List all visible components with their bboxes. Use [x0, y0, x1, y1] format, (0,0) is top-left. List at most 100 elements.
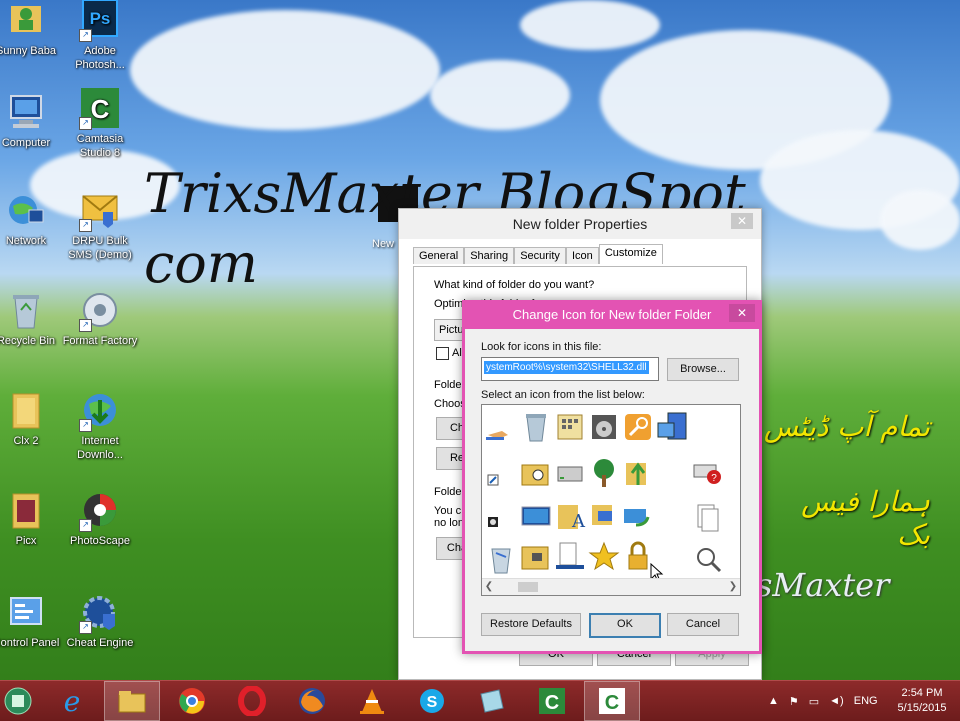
- taskbar-skype[interactable]: S: [404, 681, 460, 721]
- scroll-right-arrow-icon[interactable]: ❯: [726, 579, 740, 595]
- taskbar-chrome[interactable]: [164, 681, 220, 721]
- desktop-icon-label: Network: [5, 235, 47, 247]
- taskbar-vlc[interactable]: [344, 681, 400, 721]
- documents-icon[interactable]: [692, 501, 724, 533]
- photoscape-icon: ↗: [79, 490, 121, 532]
- taskbar-opera[interactable]: [224, 681, 280, 721]
- hand-icon[interactable]: [484, 417, 516, 449]
- scroll-left-arrow-icon[interactable]: ❮: [482, 579, 496, 595]
- tray-volume-icon[interactable]: ◄): [829, 695, 844, 707]
- desktop-icon-recycle-bin[interactable]: Recycle Bin: [0, 290, 64, 348]
- taskbar-file-explorer[interactable]: [104, 681, 160, 721]
- desktop-icon-drpu[interactable]: ↗ DRPU Bulk SMS (Demo): [62, 190, 138, 262]
- desktop-icon-label: Cheat Engine: [66, 637, 134, 649]
- icon-list-horizontal-scrollbar[interactable]: ❮ ❯: [482, 578, 740, 595]
- change-icon-title-text: Change Icon for New folder Folder: [512, 307, 712, 322]
- desktop-icon-clx2[interactable]: Clx 2: [0, 390, 64, 448]
- monitor-icon[interactable]: [520, 501, 552, 533]
- shortcut-arrow-icon: ↗: [79, 519, 92, 532]
- folder-search-icon[interactable]: [520, 457, 552, 489]
- apply-subfolders-checkbox[interactable]: [436, 347, 449, 360]
- taskbar-internet-explorer[interactable]: e: [44, 681, 100, 721]
- folder-green-arrow-icon[interactable]: [622, 457, 654, 489]
- desktop-icon-photoshop[interactable]: Ps ↗ Adobe Photosh...: [62, 0, 138, 72]
- start-button[interactable]: [0, 681, 36, 721]
- shortcut-arrow-icon[interactable]: [486, 473, 518, 505]
- star-icon[interactable]: [588, 541, 620, 573]
- tab-sharing[interactable]: Sharing: [464, 247, 515, 264]
- svg-text:C: C: [605, 692, 619, 714]
- svg-text:Ps: Ps: [90, 9, 111, 28]
- change-icon-cancel-button[interactable]: Cancel: [667, 613, 739, 636]
- window-list-icon[interactable]: [554, 541, 586, 573]
- urdu-text-line1: تمام آپ ڈیٹس: [763, 410, 930, 443]
- scroll-thumb[interactable]: [518, 582, 538, 592]
- taskbar-firefox[interactable]: [284, 681, 340, 721]
- properties-close-button[interactable]: ✕: [731, 213, 753, 229]
- tab-customize[interactable]: Customize: [598, 244, 663, 264]
- magnifier-icon[interactable]: [692, 543, 724, 575]
- tab-security[interactable]: Security: [514, 247, 566, 264]
- taskbar-camtasia-recorder[interactable]: C: [584, 681, 640, 721]
- desktop-icon-photoscape[interactable]: ↗ PhotoScape: [62, 490, 138, 548]
- desktop-icon-network[interactable]: Network: [0, 190, 64, 248]
- network-sync-icon[interactable]: [622, 501, 654, 533]
- desktop-icon-label: Internet Downlo...: [77, 435, 123, 461]
- drive-icon[interactable]: [554, 457, 586, 489]
- recycle-bin-full-icon[interactable]: [486, 543, 518, 575]
- recycle-bin-icon[interactable]: [520, 411, 552, 443]
- desktop-icon-control-panel[interactable]: Control Panel: [0, 592, 64, 650]
- taskbar-clock[interactable]: 2:54 PM 5/15/2015: [892, 686, 952, 716]
- svg-text:C: C: [545, 692, 559, 714]
- desktop-icon-user[interactable]: Sunny Baba: [0, 0, 64, 58]
- urdu-text-line2: ہمارا فیس بک: [801, 485, 930, 551]
- desktop-icon-cheat-engine[interactable]: ↗ Cheat Engine: [62, 592, 138, 650]
- taskbar-camtasia[interactable]: C: [524, 681, 580, 721]
- font-folder-icon[interactable]: A: [554, 501, 586, 533]
- tray-network-icon[interactable]: ▭: [809, 695, 819, 708]
- icon-file-path-input[interactable]: ystemRoot%\system32\SHELL32.dll: [481, 357, 659, 381]
- restore-defaults-button[interactable]: Restore Defaults: [481, 613, 581, 636]
- tab-general[interactable]: General: [413, 247, 465, 264]
- svg-text:e: e: [64, 686, 81, 716]
- tray-up-arrow-icon[interactable]: ▲: [768, 695, 779, 707]
- change-icon-ok-button[interactable]: OK: [589, 613, 661, 638]
- clock-date: 5/15/2015: [897, 702, 947, 714]
- key-icon[interactable]: [622, 411, 654, 443]
- desktop-icon-label: Clx 2: [13, 435, 39, 447]
- computer-window-icon[interactable]: [656, 411, 688, 443]
- svg-text:A: A: [571, 511, 586, 532]
- icon-list[interactable]: ? A ❮ ❯: [481, 404, 741, 596]
- change-icon-close-button[interactable]: ✕: [729, 304, 755, 322]
- desktop-icon-label: Picx: [15, 535, 37, 547]
- folder-type-question: What kind of folder do you want?: [434, 279, 595, 291]
- folder-network-icon[interactable]: [520, 541, 552, 573]
- desktop-icon-format-factory[interactable]: ↗ Format Factory: [62, 290, 138, 348]
- folder-icons-text-2: no lon: [434, 517, 464, 529]
- tray-language[interactable]: ENG: [854, 695, 878, 707]
- shortcut-arrow-icon: ↗: [79, 117, 92, 130]
- desktop-icon-label: Sunny Baba: [0, 45, 56, 57]
- svg-text:?: ?: [711, 473, 717, 484]
- desktop-icon-picx[interactable]: Picx: [0, 490, 64, 548]
- network-globe-icon: [5, 190, 47, 232]
- network-tree-icon[interactable]: [588, 457, 620, 489]
- cloud: [520, 0, 660, 50]
- tray-flag-icon[interactable]: ⚑: [789, 695, 799, 708]
- dvd-drive-icon[interactable]: [588, 411, 620, 443]
- control-panel-icon: [5, 592, 47, 634]
- picture-folder-icon: [5, 490, 47, 532]
- desktop-icon-camtasia[interactable]: C ↗ Camtasia Studio 8: [62, 88, 138, 160]
- browse-button[interactable]: Browse...: [667, 358, 739, 381]
- shortcut-arrow-icon: ↗: [79, 419, 92, 432]
- cloud: [880, 190, 960, 250]
- taskbar-notepad[interactable]: [464, 681, 520, 721]
- network-computer-icon[interactable]: [588, 501, 620, 533]
- properties-tabs: General Sharing Security Icon Customize: [413, 244, 663, 267]
- control-grid-icon[interactable]: [554, 411, 586, 443]
- desktop-icon-computer[interactable]: Computer: [0, 92, 64, 150]
- tab-icon[interactable]: Icon: [566, 247, 599, 264]
- drive-error-icon[interactable]: ?: [692, 457, 724, 489]
- desktop-icon-idm[interactable]: ↗ Internet Downlo...: [62, 390, 138, 462]
- cloud: [430, 60, 570, 130]
